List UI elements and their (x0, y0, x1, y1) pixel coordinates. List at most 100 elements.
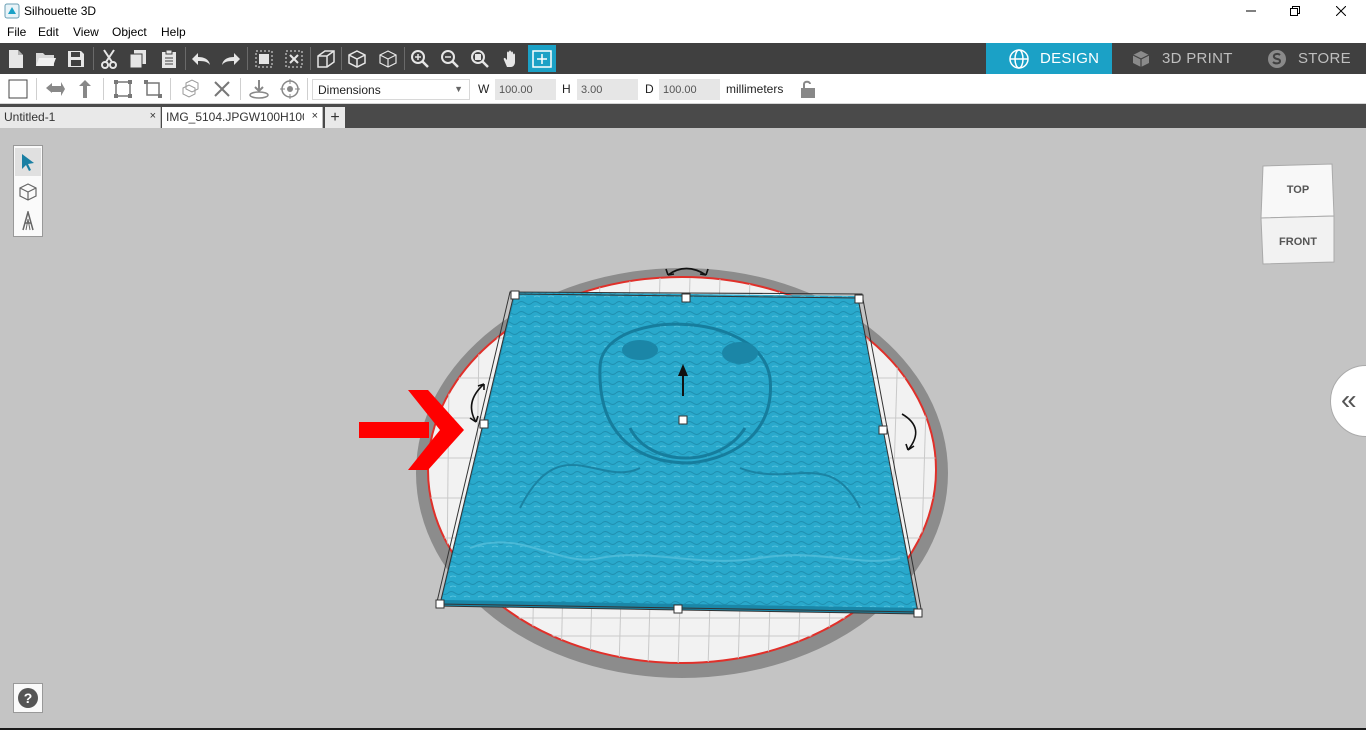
tab-design[interactable]: DESIGN (986, 43, 1112, 74)
pan-hand-icon[interactable] (497, 45, 525, 72)
resize-handle-top (681, 293, 691, 303)
main-toolbar: DESIGN 3D PRINT STORE (0, 43, 1366, 74)
globe-icon (1009, 48, 1029, 69)
cut-icon[interactable] (95, 45, 123, 72)
align-box-icon[interactable] (140, 77, 166, 101)
menu-edit[interactable]: Edit (38, 25, 59, 39)
drop-to-floor-icon[interactable] (246, 77, 272, 101)
tab-store-label: STORE (1298, 50, 1351, 67)
copy-icon[interactable] (124, 45, 152, 72)
units-label: millimeters (726, 82, 784, 96)
3d-viewport[interactable]: TOP FRONT « ? (0, 128, 1366, 730)
chevron-double-left-icon: « (1341, 384, 1357, 415)
resize-handle-right (878, 425, 888, 435)
undo-icon[interactable] (187, 45, 215, 72)
window-title: Silhouette 3D (24, 4, 97, 18)
tab-image-file[interactable]: IMG_5104.JPGW100H100T × (162, 107, 323, 128)
box-icon[interactable] (343, 45, 371, 72)
help-icon: ? (18, 688, 38, 708)
boolean-icon[interactable] (178, 77, 204, 101)
resize-handle-left (479, 419, 489, 429)
group-icon[interactable] (250, 45, 278, 72)
toolbar-divider (93, 47, 94, 70)
height-label: H (562, 82, 571, 96)
side-toolbar (13, 145, 43, 237)
depth-label: D (645, 82, 654, 96)
toolbar-divider (240, 78, 241, 100)
height-input[interactable] (577, 79, 638, 100)
zoom-fit-icon[interactable] (466, 45, 494, 72)
select-arrow-icon[interactable] (15, 148, 41, 176)
view-cube-front-label[interactable]: FRONT (1279, 236, 1317, 248)
resize-handle-bottom-right (913, 608, 923, 618)
help-button[interactable]: ? (13, 683, 43, 713)
center-target-icon[interactable] (277, 77, 303, 101)
toolbar-divider (36, 78, 37, 100)
resize-handle-bottom-left (435, 599, 445, 609)
flip-vertical-icon[interactable] (72, 77, 98, 101)
cube-icon[interactable] (15, 178, 41, 206)
resize-handle-top-right (854, 294, 864, 304)
tab-3d-print-label: 3D PRINT (1162, 50, 1233, 67)
flip-horizontal-icon[interactable] (42, 77, 68, 101)
zoom-in-icon[interactable] (406, 45, 434, 72)
lithophane-model[interactable] (440, 292, 918, 614)
menu-view[interactable]: View (73, 25, 99, 39)
text-a-icon[interactable] (15, 207, 41, 235)
view-cube-top-label[interactable]: TOP (1287, 184, 1309, 196)
silhouette-3d-window: Silhouette 3D File Edit View Object Help (0, 0, 1366, 730)
chevron-down-icon: ▼ (454, 84, 463, 94)
view-cube[interactable]: TOP FRONT (1258, 162, 1338, 266)
paste-icon[interactable] (155, 45, 183, 72)
toolbar-divider (310, 47, 311, 70)
menu-file[interactable]: File (7, 25, 26, 39)
ungroup-icon[interactable] (280, 45, 308, 72)
dimensions-dropdown[interactable]: Dimensions ▼ (312, 79, 470, 100)
title-bar: Silhouette 3D (0, 0, 1366, 22)
zoom-out-icon[interactable] (436, 45, 464, 72)
new-file-icon[interactable] (2, 45, 30, 72)
close-tab-icon[interactable]: × (150, 110, 156, 122)
tab-untitled-1[interactable]: Untitled-1 × (0, 107, 161, 128)
tab-design-label: DESIGN (1040, 50, 1100, 67)
unlock-icon[interactable] (795, 77, 821, 101)
app-logo-icon (4, 3, 20, 19)
close-icon[interactable] (1318, 0, 1364, 22)
width-input[interactable] (495, 79, 556, 100)
menu-object[interactable]: Object (112, 25, 147, 39)
toolbar-divider (247, 47, 248, 70)
open-folder-icon[interactable] (32, 45, 60, 72)
bounding-box-icon[interactable] (110, 77, 136, 101)
toolbar-divider (404, 47, 405, 70)
toolbar-divider (341, 47, 342, 70)
width-label: W (478, 82, 490, 96)
resize-handle-bottom (673, 604, 683, 614)
toolbar-divider (103, 78, 104, 100)
fit-screen-icon[interactable] (528, 45, 556, 72)
3d-scene[interactable] (0, 128, 1366, 730)
tab-3d-print[interactable]: 3D PRINT (1112, 43, 1248, 74)
extrude-icon[interactable] (312, 45, 340, 72)
delete-x-icon[interactable] (209, 77, 235, 101)
tab-store[interactable]: STORE (1248, 43, 1366, 74)
tab-untitled-1-label: Untitled-1 (4, 110, 56, 124)
depth-input[interactable] (659, 79, 720, 100)
minimize-icon[interactable] (1228, 0, 1274, 22)
save-icon[interactable] (62, 45, 90, 72)
property-toolbar: Dimensions ▼ W H D millimeters (0, 74, 1366, 104)
redo-icon[interactable] (217, 45, 245, 72)
close-tab-icon[interactable]: × (312, 110, 318, 122)
menu-bar: File Edit View Object Help (0, 22, 1366, 43)
document-tabs: Untitled-1 × IMG_5104.JPGW100H100T × + (0, 104, 1366, 128)
box-outline-icon[interactable] (374, 45, 402, 72)
toolbar-divider (185, 47, 186, 70)
add-tab-button[interactable]: + (325, 107, 345, 128)
tab-image-file-label: IMG_5104.JPGW100H100T (166, 110, 304, 124)
store-s-icon (1268, 49, 1286, 68)
toolbar-divider (170, 78, 171, 100)
center-handle (678, 415, 688, 425)
restore-icon[interactable] (1272, 0, 1318, 22)
menu-help[interactable]: Help (161, 25, 186, 39)
color-swatch[interactable] (5, 77, 31, 101)
svg-text:?: ? (24, 690, 33, 706)
